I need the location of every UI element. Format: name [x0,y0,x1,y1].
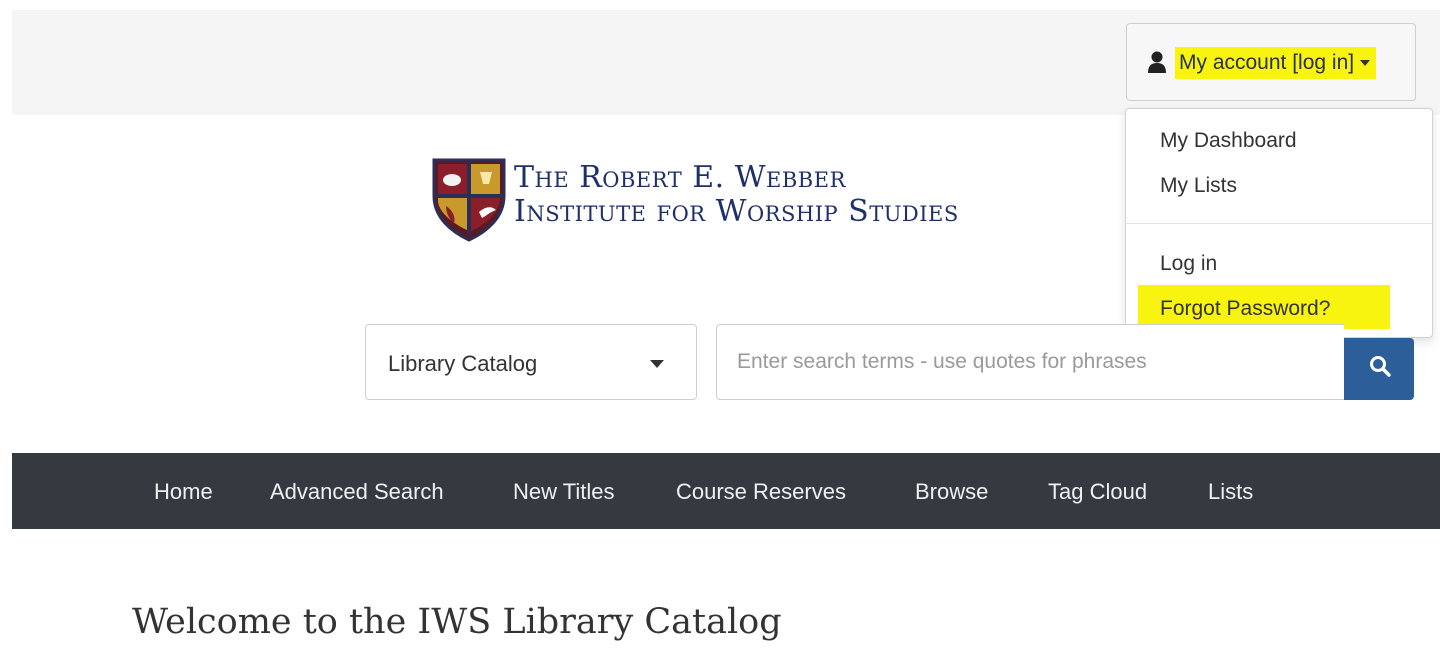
logo-title-line-1: The Robert E. Webber [514,160,846,195]
account-dropdown-menu: My Dashboard My Lists Log in Forgot Pass… [1125,108,1433,338]
search-button[interactable] [1344,338,1414,400]
main-navbar: Home Advanced Search New Titles Course R… [12,453,1440,529]
my-account-highlight: My account [log in] [1175,47,1377,79]
page-title: Welcome to the IWS Library Catalog [132,602,782,642]
my-account-button[interactable]: My account [log in] [1126,23,1416,101]
menu-divider [1126,223,1432,224]
chevron-down-icon [1360,60,1371,66]
nav-browse[interactable]: Browse [915,479,988,505]
menu-item-my-lists[interactable]: My Lists [1160,174,1237,198]
nav-home[interactable]: Home [154,479,213,505]
search-scope-select[interactable]: Library Catalog [365,324,697,400]
dropdown-arrow-icon [650,360,664,368]
institute-logo: The Robert E. Webber Institute for Worsh… [430,154,990,246]
shield-crest-icon [432,158,506,242]
nav-lists[interactable]: Lists [1208,479,1253,505]
search-icon [1370,356,1391,377]
menu-item-forgot-password[interactable]: Forgot Password? [1160,297,1330,321]
menu-item-my-dashboard[interactable]: My Dashboard [1160,129,1297,153]
nav-tag-cloud[interactable]: Tag Cloud [1048,479,1147,505]
my-account-label: My account [log in] [1179,51,1355,74]
nav-advanced-search[interactable]: Advanced Search [270,479,444,505]
menu-item-log-in[interactable]: Log in [1160,252,1217,276]
search-scope-label: Library Catalog [388,351,538,376]
search-input[interactable] [716,324,1344,400]
user-icon [1148,51,1166,73]
logo-title-line-2: Institute for Worship Studies [514,194,959,229]
nav-course-reserves[interactable]: Course Reserves [676,479,846,505]
nav-new-titles[interactable]: New Titles [513,479,614,505]
